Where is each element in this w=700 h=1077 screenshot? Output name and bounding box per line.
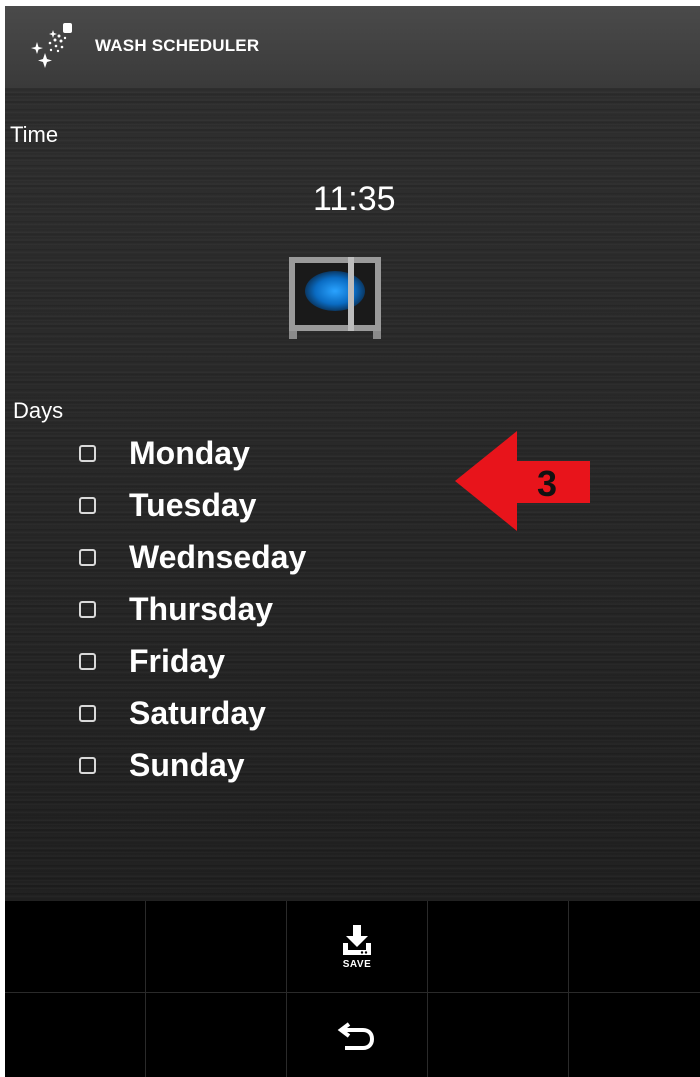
thursday-checkbox[interactable] xyxy=(79,600,96,618)
day-row-saturday[interactable]: Saturday xyxy=(75,689,375,737)
wednesday-label: Wednseday xyxy=(129,538,307,575)
tuesday-checkbox[interactable] xyxy=(79,496,96,514)
download-icon xyxy=(343,925,371,955)
sunday-checkbox[interactable] xyxy=(79,756,96,774)
thursday-label: Thursday xyxy=(129,590,274,627)
day-row-sunday[interactable]: Sunday xyxy=(75,741,375,789)
sunday-label: Sunday xyxy=(129,746,245,783)
days-label: Days xyxy=(13,398,64,423)
app-window: WASH SCHEDULER Time 11:35 Days Monday Tu… xyxy=(5,6,700,1077)
save-label: SAVE xyxy=(342,959,372,970)
day-row-thursday[interactable]: Thursday xyxy=(75,585,375,633)
toolbar-cell-empty xyxy=(569,901,700,993)
bottom-toolbar: SAVE xyxy=(5,901,700,1077)
app-bar: WASH SCHEDULER xyxy=(5,6,700,88)
time-label: Time xyxy=(10,122,59,147)
day-row-monday[interactable]: Monday xyxy=(75,429,375,477)
back-arrow-icon xyxy=(337,1022,375,1050)
save-button[interactable]: SAVE xyxy=(287,901,428,993)
tv-screen-icon[interactable] xyxy=(285,253,385,343)
tuesday-label: Tuesday xyxy=(129,486,257,523)
friday-label: Friday xyxy=(129,642,226,679)
annotation-arrow-icon xyxy=(455,431,590,531)
annotation-step-number: 3 xyxy=(537,463,558,504)
toolbar-cell-empty xyxy=(146,901,287,993)
sparkle-spray-icon xyxy=(31,23,72,68)
day-row-friday[interactable]: Friday xyxy=(75,637,375,685)
day-row-wednesday[interactable]: Wednseday xyxy=(75,533,375,581)
saturday-label: Saturday xyxy=(129,694,266,731)
day-row-tuesday[interactable]: Tuesday xyxy=(75,481,375,529)
friday-checkbox[interactable] xyxy=(79,652,96,670)
wednesday-checkbox[interactable] xyxy=(79,548,96,566)
monday-label: Monday xyxy=(129,434,250,471)
toolbar-cell-empty xyxy=(5,993,146,1077)
toolbar-cell-empty xyxy=(5,901,146,993)
app-title: WASH SCHEDULER xyxy=(95,36,260,55)
saturday-checkbox[interactable] xyxy=(79,704,96,722)
toolbar-cell-empty xyxy=(428,993,569,1077)
time-value[interactable]: 11:35 xyxy=(313,180,396,219)
schedule-panel: Time 11:35 Days Monday Tuesday Wednseday… xyxy=(5,88,700,901)
monday-checkbox[interactable] xyxy=(79,444,96,462)
back-button[interactable] xyxy=(287,993,428,1077)
toolbar-cell-empty xyxy=(569,993,700,1077)
toolbar-cell-empty xyxy=(428,901,569,993)
toolbar-cell-empty xyxy=(146,993,287,1077)
